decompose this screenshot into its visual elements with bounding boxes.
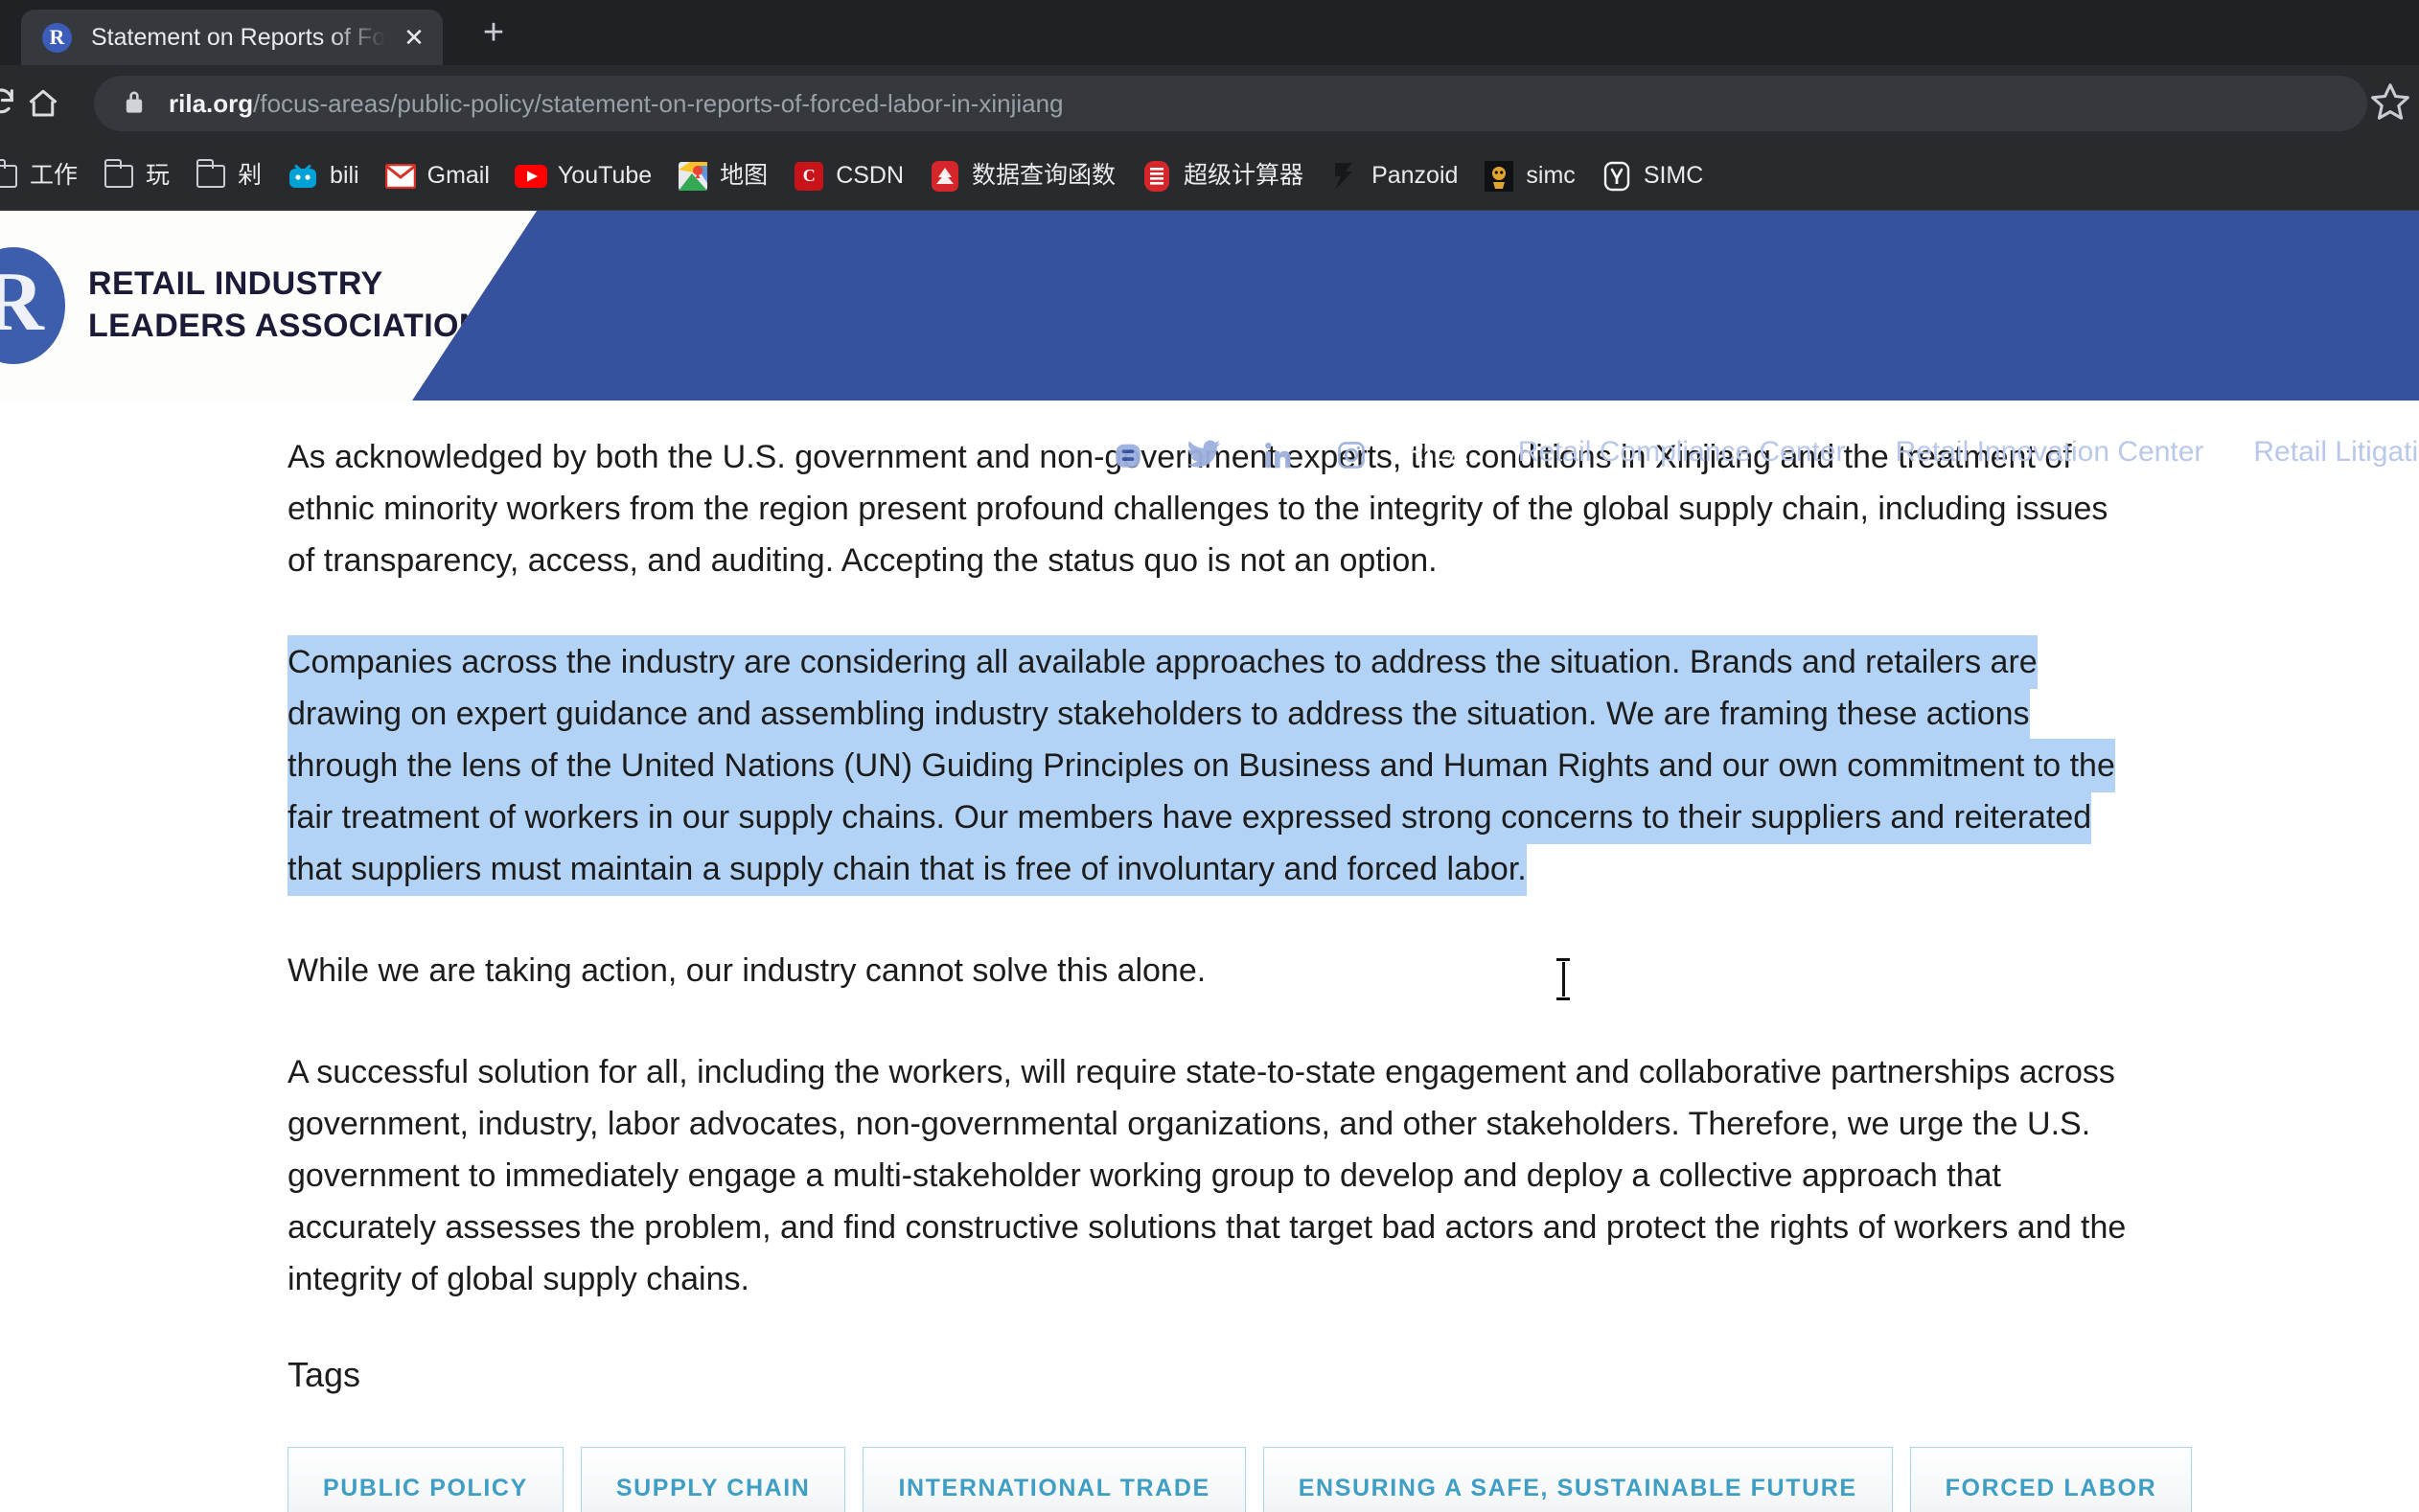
tag-forced-labor[interactable]: FORCED LABOR bbox=[1909, 1447, 2193, 1512]
logo-line-2: Leaders Association bbox=[88, 308, 483, 344]
bookmark-label: 剁 bbox=[238, 162, 263, 189]
bookmark-label: bili bbox=[330, 162, 359, 189]
article-paragraph-4: A successful solution for all, including… bbox=[288, 1054, 2127, 1297]
browser-tab[interactable]: R Statement on Reports of Forced ✕ bbox=[21, 10, 443, 65]
bookmark-label: SIMC bbox=[1643, 162, 1704, 189]
bookmark-label: 地图 bbox=[720, 162, 769, 189]
bookmark-label: Gmail bbox=[426, 162, 490, 189]
home-icon[interactable] bbox=[13, 86, 73, 121]
logo-line-1: Retail Industry bbox=[88, 265, 383, 303]
bookmark-item-simc-upper[interactable]: SIMC bbox=[1588, 151, 1716, 201]
url-path: /focus-areas/public-policy/statement-on-… bbox=[253, 88, 1064, 118]
browser-toolbar: rila.org/focus-areas/public-policy/state… bbox=[0, 65, 2419, 142]
search-icon[interactable] bbox=[2227, 539, 2323, 578]
bookmark-item-gmail[interactable]: Gmail bbox=[372, 151, 502, 201]
bookmark-item-calculator[interactable]: 超级计算器 bbox=[1128, 151, 1316, 201]
text-cursor bbox=[1556, 958, 1570, 1000]
login-button[interactable]: LOGIN bbox=[1942, 541, 2097, 576]
selected-text-highlight: Companies across the industry are consid… bbox=[288, 635, 2115, 896]
url-bar[interactable]: rila.org/focus-areas/public-policy/state… bbox=[94, 76, 2367, 131]
new-tab-button[interactable]: + bbox=[472, 13, 516, 57]
simc-white-icon bbox=[1601, 160, 1633, 193]
bookmark-label: Panzoid bbox=[1371, 162, 1459, 189]
bookmark-item-data-query[interactable]: 数据查询函数 bbox=[916, 151, 1128, 201]
nav-item-retail-innovation-center[interactable]: Retail Innovation Center bbox=[1896, 435, 2204, 470]
bookmark-item-simc-lower[interactable]: simc bbox=[1470, 151, 1587, 201]
bookmark-label: 工作 bbox=[30, 162, 79, 189]
bookmark-label: 超级计算器 bbox=[1184, 162, 1304, 189]
nav-item-retail-litigation-center[interactable]: Retail Litigation Cen bbox=[2253, 435, 2419, 470]
google-maps-icon bbox=[677, 160, 709, 193]
bilibili-icon bbox=[287, 160, 319, 193]
bookmarks-bar: 工作 玩 剁 bili Gmail YouTube 地图 C CSDN 数据查询… bbox=[0, 142, 2419, 211]
browser-window: R Statement on Reports of Forced ✕ + ril… bbox=[0, 0, 2419, 1512]
simc-icon bbox=[1483, 160, 1515, 193]
web-page-viewport: R Retail Industry Leaders Association bbox=[0, 211, 2419, 1512]
reload-icon[interactable] bbox=[0, 85, 13, 123]
url-text: rila.org/focus-areas/public-policy/state… bbox=[169, 89, 1064, 119]
tag-international-trade[interactable]: INTERNATIONAL TRADE bbox=[863, 1447, 1246, 1512]
folder-icon bbox=[0, 158, 19, 193]
tags-heading: Tags bbox=[288, 1355, 361, 1394]
bookmark-item-play[interactable]: 玩 bbox=[90, 151, 182, 201]
url-host: rila.org bbox=[169, 88, 254, 118]
bookmark-star-icon[interactable] bbox=[2369, 80, 2411, 127]
blogger-icon[interactable] bbox=[1112, 439, 1144, 476]
site-top-nav: RILA Retail Compliance Center Retail Inn… bbox=[1404, 435, 2419, 486]
red-calculator-icon bbox=[1140, 160, 1173, 193]
bookmark-item-panzoid[interactable]: Panzoid bbox=[1316, 151, 1470, 201]
hamburger-menu-icon[interactable] bbox=[2323, 543, 2419, 574]
bookmark-item-maps[interactable]: 地图 bbox=[664, 151, 780, 201]
article-paragraph-3: While we are taking action, our industry… bbox=[288, 952, 1207, 989]
join-button[interactable]: JOIN bbox=[2098, 541, 2227, 576]
panzoid-icon bbox=[1328, 160, 1361, 193]
twitter-icon[interactable] bbox=[1186, 440, 1221, 475]
tag-supply-chain[interactable]: SUPPLY CHAIN bbox=[580, 1447, 846, 1512]
csdn-icon: C bbox=[793, 160, 825, 193]
lock-icon bbox=[123, 88, 146, 120]
folder-icon bbox=[195, 158, 227, 193]
bookmark-item-csdn[interactable]: C CSDN bbox=[780, 151, 916, 201]
bookmark-item-bili[interactable]: bili bbox=[274, 151, 372, 201]
red-app-icon bbox=[929, 160, 961, 193]
bookmark-item-youtube[interactable]: YouTube bbox=[502, 151, 664, 201]
tab-favicon-icon: R bbox=[42, 22, 72, 53]
folder-icon bbox=[103, 158, 135, 193]
bookmark-label: YouTube bbox=[557, 162, 653, 189]
bookmark-label: simc bbox=[1526, 162, 1576, 189]
favicon-letter: R bbox=[49, 25, 65, 49]
bookmark-label: CSDN bbox=[836, 162, 905, 189]
tag-ensuring-a-safe-sustainable-future[interactable]: ENSURING A SAFE, SUSTAINABLE FUTURE bbox=[1262, 1447, 1893, 1512]
site-logo[interactable]: R Retail Industry Leaders Association bbox=[0, 247, 483, 364]
logo-wordmark: Retail Industry Leaders Association bbox=[88, 263, 483, 347]
nav-item-retail-compliance-center[interactable]: Retail Compliance Center bbox=[1518, 435, 1846, 470]
bookmark-item-3[interactable]: 剁 bbox=[182, 151, 274, 201]
rila-monogram-icon: R bbox=[0, 247, 65, 364]
bookmark-label: 数据查询函数 bbox=[972, 162, 1117, 189]
header-actions: LOGIN JOIN bbox=[1942, 539, 2419, 578]
youtube-icon bbox=[514, 160, 547, 193]
bookmark-item-work[interactable]: 工作 bbox=[0, 151, 90, 201]
article-paragraph-2-selected: Companies across the industry are consid… bbox=[288, 635, 2128, 896]
gmail-icon bbox=[384, 160, 417, 193]
bookmark-label: 玩 bbox=[146, 162, 171, 189]
instagram-icon[interactable] bbox=[1336, 440, 1367, 475]
site-header: R Retail Industry Leaders Association bbox=[0, 211, 2419, 401]
tags-list: PUBLIC POLICY SUPPLY CHAIN INTERNATIONAL… bbox=[288, 1447, 2419, 1512]
tab-strip: R Statement on Reports of Forced ✕ + bbox=[0, 0, 2419, 65]
nav-item-rila[interactable]: RILA bbox=[1404, 435, 1468, 486]
logo-mark-letter: R bbox=[0, 256, 44, 349]
tab-title: Statement on Reports of Forced bbox=[91, 23, 395, 51]
tag-public-policy[interactable]: PUBLIC POLICY bbox=[288, 1447, 564, 1512]
linkedin-icon[interactable] bbox=[1263, 440, 1294, 475]
social-links bbox=[1112, 439, 1367, 476]
close-icon[interactable]: ✕ bbox=[395, 25, 433, 50]
